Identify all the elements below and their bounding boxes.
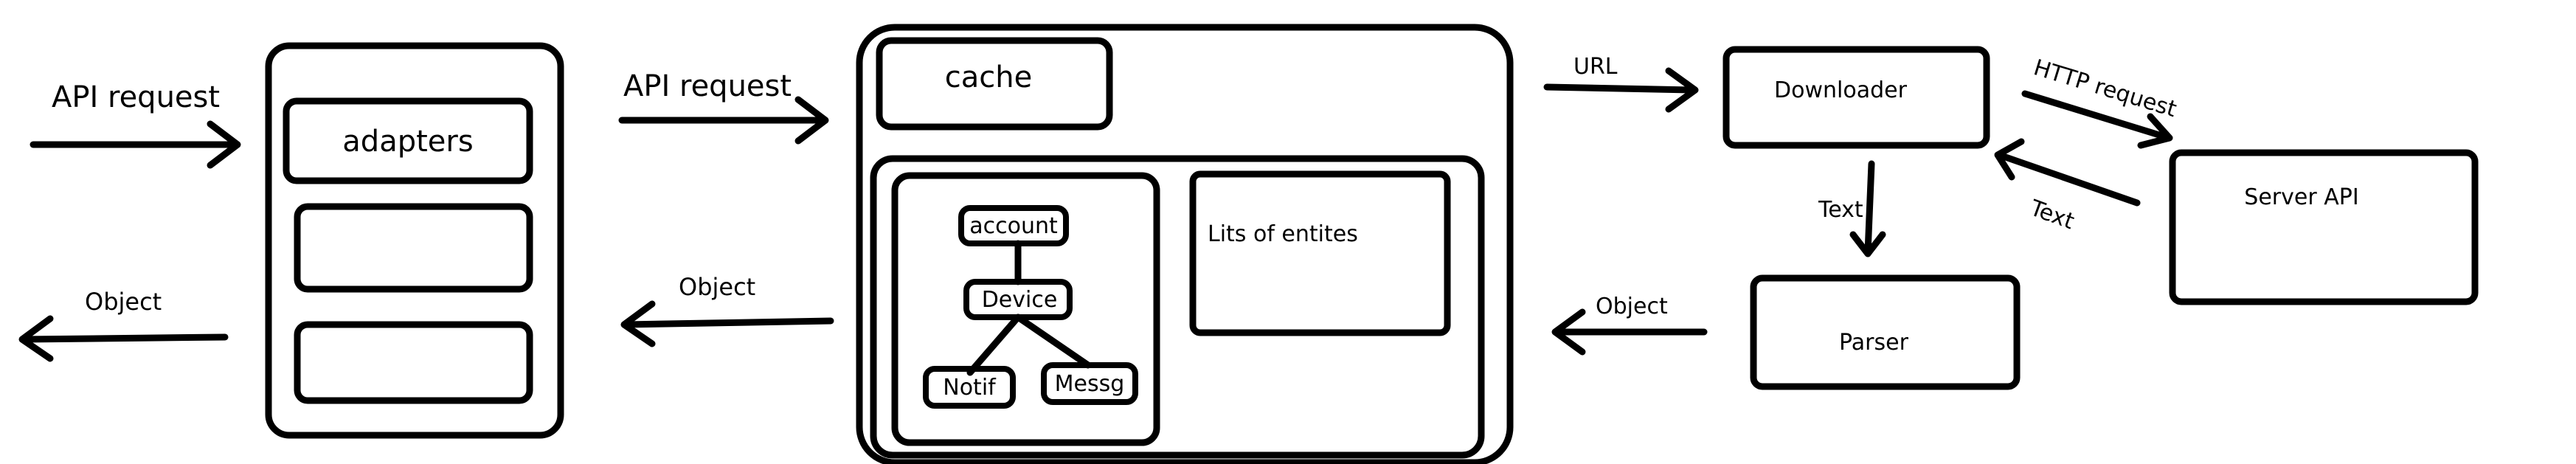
adapters-group: adapters: [265, 42, 564, 439]
text-back-arrow: [1994, 138, 2141, 207]
api-request-mid-label: API request: [623, 69, 792, 103]
object-out-arrow: [18, 315, 229, 362]
entity-list-title: Lits of entites: [1208, 221, 1358, 247]
adapters-slot-2: [294, 203, 533, 293]
url-label: URL: [1573, 54, 1618, 80]
text-down-label: Text: [1818, 197, 1863, 223]
url-arrow: [1543, 67, 1699, 113]
cache-group: cache account Device Notif Messg Lits of…: [856, 24, 1514, 464]
object-mid-arrow: [620, 300, 834, 347]
tree-node-messg: Messg: [1055, 371, 1125, 397]
tree-node-device: Device: [982, 287, 1058, 313]
tree-node-account: account: [969, 213, 1058, 239]
cache-title: cache: [945, 60, 1032, 94]
http-request-label: HTTP request: [2031, 55, 2180, 122]
object-right-label: Object: [1596, 294, 1668, 319]
adapters-title: adapters: [342, 125, 473, 159]
tree-node-notif: Notif: [943, 375, 997, 401]
parser-title: Parser: [1839, 330, 1909, 356]
server-api-title: Server API: [2244, 184, 2358, 210]
architecture-diagram: API request Object adapters API request …: [18, 24, 2479, 464]
entity-list-panel: [1189, 170, 1451, 336]
api-request-in-arrow: [30, 120, 241, 169]
text-back-label: Text: [2026, 195, 2077, 235]
api-request-mid-arrow: [618, 96, 829, 145]
server-api-box: [2169, 149, 2479, 305]
object-mid-label: Object: [679, 273, 755, 301]
adapters-slot-3: [294, 321, 533, 404]
object-out-label: Object: [85, 288, 162, 316]
downloader-title: Downloader: [1774, 77, 1908, 103]
api-request-in-label: API request: [52, 80, 220, 114]
